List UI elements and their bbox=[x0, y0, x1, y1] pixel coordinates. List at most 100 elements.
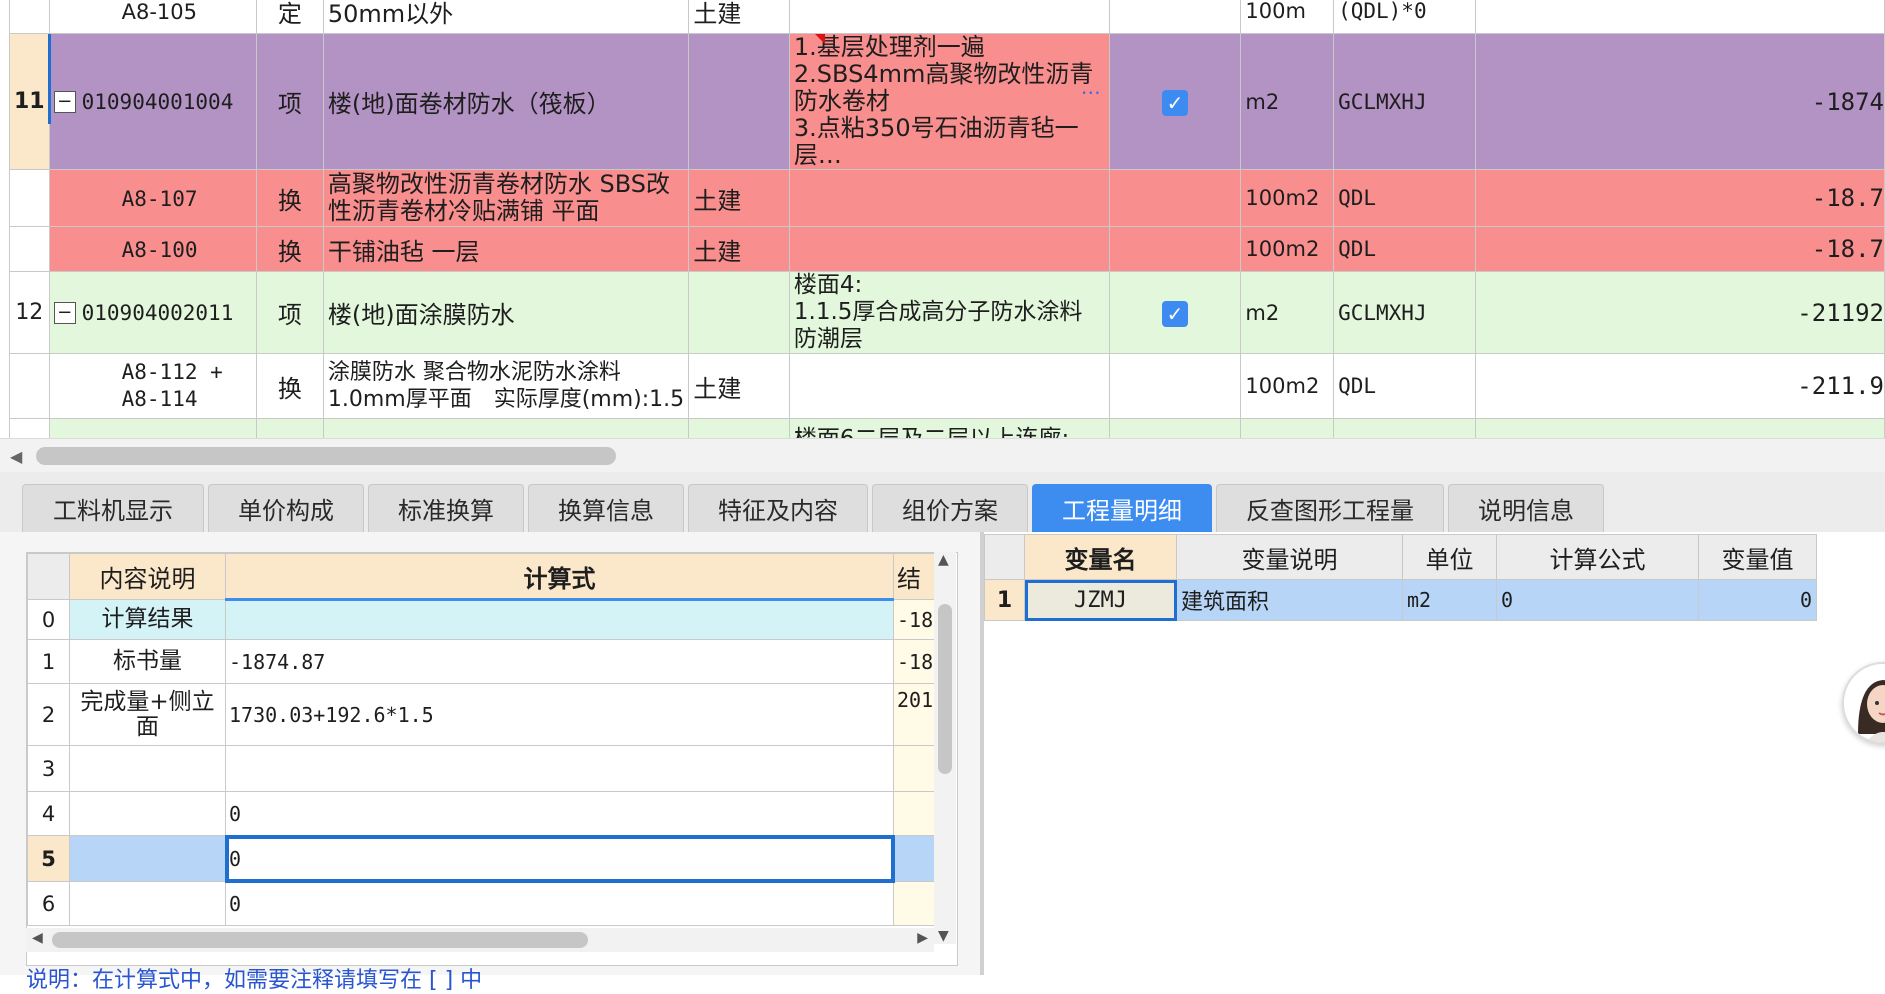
formula-cell[interactable]: -1874.87 bbox=[225, 639, 894, 684]
item-code[interactable]: −010904001004 bbox=[48, 33, 257, 170]
scroll-down-icon[interactable]: ▼ bbox=[938, 928, 949, 944]
item-features[interactable] bbox=[788, 169, 1110, 227]
table-row[interactable]: 5 0 bbox=[27, 834, 954, 883]
var-formula-cell[interactable]: 0 bbox=[1496, 579, 1699, 621]
table-row[interactable]: 3 bbox=[27, 745, 954, 792]
item-qty-expr[interactable] bbox=[1333, 418, 1476, 438]
item-qty-expr[interactable]: GCLMXHJ bbox=[1333, 33, 1476, 170]
column-header-formula[interactable]: 计算式 bbox=[225, 553, 894, 601]
table-row[interactable]: 1 JZMJ 建筑面积 m2 0 0 bbox=[984, 579, 1817, 621]
formula-cell[interactable] bbox=[225, 599, 894, 640]
desc-cell[interactable]: 标书量 bbox=[69, 639, 226, 684]
item-name[interactable] bbox=[322, 418, 690, 438]
tab-quantity-detail[interactable]: 工程量明细 bbox=[1032, 484, 1212, 532]
item-features[interactable] bbox=[788, 226, 1110, 272]
item-qty-expr[interactable]: QDL bbox=[1333, 169, 1476, 227]
item-qty-expr[interactable]: GCLMXHJ bbox=[1333, 271, 1476, 354]
tab-conversion-info[interactable]: 换算信息 bbox=[528, 484, 684, 532]
scroll-right-icon[interactable]: ▶ bbox=[917, 930, 928, 946]
table-row[interactable]: 4 0 bbox=[27, 791, 954, 836]
item-name[interactable]: 楼(地)面涂膜防水 bbox=[322, 271, 690, 354]
desc-cell[interactable] bbox=[69, 881, 226, 926]
item-qty-expr[interactable]: QDL bbox=[1333, 226, 1476, 272]
item-check[interactable] bbox=[1108, 0, 1242, 34]
item-features[interactable]: 楼面4: 1.1.5厚合成高分子防水涂料防潮层 bbox=[788, 271, 1110, 354]
item-check[interactable] bbox=[1108, 169, 1242, 227]
item-check[interactable]: ✓ bbox=[1108, 33, 1242, 170]
item-features[interactable]: 1.基层处理剂一遍 2.SBS4mm高聚物改性沥青防水卷材 3.点粘350号石油… bbox=[788, 33, 1110, 170]
table-row[interactable]: 0 计算结果 -18 bbox=[27, 599, 954, 640]
table-row[interactable]: A8-107 换 高聚物改性沥青卷材防水 SBS改性沥青卷材冷贴满铺 平面 土建… bbox=[9, 169, 1885, 227]
table-row[interactable]: A8-105 定 50mm以外 土建 100m (QDL)*0 bbox=[9, 0, 1885, 34]
collapse-icon[interactable]: − bbox=[53, 301, 76, 324]
tab-unit-price[interactable]: 单价构成 bbox=[208, 484, 364, 532]
table-row[interactable]: 6 0 bbox=[27, 881, 954, 926]
top-grid-horizontal-scrollbar[interactable]: ◀ bbox=[0, 438, 1885, 473]
tab-standard-conversion[interactable]: 标准换算 bbox=[368, 484, 524, 532]
column-header-unit[interactable]: 单位 bbox=[1402, 534, 1497, 580]
item-check[interactable] bbox=[1108, 353, 1242, 419]
tab-reverse-lookup[interactable]: 反查图形工程量 bbox=[1216, 484, 1444, 532]
table-row[interactable]: 2 完成量+侧立面 1730.03+192.6*1.5 201 bbox=[27, 683, 954, 746]
table-row[interactable]: 11 −010904001004 项 楼(地)面卷材防水（筏板） 1.基层处理剂… bbox=[9, 33, 1885, 170]
table-row[interactable]: 楼面6二层及二层以上连廊: bbox=[9, 418, 1885, 438]
scrollbar-thumb[interactable] bbox=[52, 932, 588, 948]
item-qty-expr[interactable]: (QDL)*0 bbox=[1333, 0, 1476, 34]
column-header-var-name[interactable]: 变量名 bbox=[1024, 534, 1177, 580]
tab-features[interactable]: 特征及内容 bbox=[688, 484, 868, 532]
calc-horizontal-scrollbar[interactable]: ◀ ▶ bbox=[26, 928, 934, 952]
column-header-formula[interactable]: 计算公式 bbox=[1496, 534, 1699, 580]
scrollbar-thumb[interactable] bbox=[938, 604, 952, 774]
item-code[interactable]: A8-107 bbox=[48, 169, 257, 227]
var-desc-cell[interactable]: 建筑面积 bbox=[1176, 579, 1403, 621]
item-check[interactable] bbox=[1108, 226, 1242, 272]
item-code[interactable]: A8-105 bbox=[48, 0, 257, 34]
desc-cell[interactable] bbox=[69, 791, 226, 836]
desc-cell[interactable] bbox=[69, 745, 226, 792]
item-code[interactable]: −010904002011 bbox=[48, 271, 257, 354]
item-name[interactable]: 50mm以外 bbox=[322, 0, 690, 34]
item-qty-expr[interactable]: QDL bbox=[1333, 353, 1476, 419]
tab-labor-material-machine[interactable]: 工料机显示 bbox=[22, 484, 204, 532]
table-row[interactable]: 12 −010904002011 项 楼(地)面涂膜防水 楼面4: 1.1.5厚… bbox=[9, 271, 1885, 354]
tab-pricing-plan[interactable]: 组价方案 bbox=[872, 484, 1028, 532]
checkmark-icon[interactable]: ✓ bbox=[1162, 300, 1189, 327]
formula-cell[interactable]: 0 bbox=[225, 881, 894, 926]
item-check[interactable] bbox=[1108, 418, 1242, 438]
scroll-left-icon[interactable]: ◀ bbox=[32, 930, 43, 946]
scrollbar-thumb[interactable] bbox=[36, 447, 616, 465]
ellipsis-icon[interactable]: … bbox=[1081, 74, 1101, 101]
desc-cell[interactable]: 完成量+侧立面 bbox=[69, 683, 226, 746]
table-row[interactable]: A8-112 + A8-114 换 涂膜防水 聚合物水泥防水涂料 1.0mm厚平… bbox=[9, 353, 1885, 419]
table-row[interactable]: 1 标书量 -1874.87 -18 bbox=[27, 639, 954, 684]
item-check[interactable]: ✓ bbox=[1108, 271, 1242, 354]
desc-cell[interactable]: 计算结果 bbox=[69, 599, 226, 640]
checkmark-icon[interactable]: ✓ bbox=[1162, 89, 1189, 116]
table-row[interactable]: A8-100 换 干铺油毡 一层 土建 100m2 QDL -18.7 bbox=[9, 226, 1885, 272]
collapse-icon[interactable]: − bbox=[53, 90, 76, 113]
item-name[interactable]: 楼(地)面卷材防水（筏板） bbox=[322, 33, 690, 170]
formula-cell[interactable]: 0 bbox=[225, 791, 894, 836]
item-features[interactable] bbox=[788, 353, 1110, 419]
column-header-desc[interactable]: 内容说明 bbox=[69, 553, 226, 600]
item-name[interactable]: 高聚物改性沥青卷材防水 SBS改性沥青卷材冷贴满铺 平面 bbox=[322, 169, 690, 227]
item-code[interactable] bbox=[48, 418, 257, 438]
item-features[interactable] bbox=[788, 0, 1110, 34]
item-features[interactable]: 楼面6二层及二层以上连廊: bbox=[788, 418, 1110, 438]
var-unit-cell[interactable]: m2 bbox=[1402, 579, 1497, 621]
formula-cell[interactable] bbox=[225, 745, 894, 792]
item-name[interactable]: 涂膜防水 聚合物水泥防水涂料 1.0mm厚平面 实际厚度(mm):1.5 bbox=[322, 353, 690, 419]
column-header-value[interactable]: 变量值 bbox=[1698, 534, 1817, 580]
calc-vertical-scrollbar[interactable]: ▲ ▼ bbox=[934, 552, 956, 944]
item-code[interactable]: A8-112 + A8-114 bbox=[48, 353, 257, 419]
item-name[interactable]: 干铺油毡 一层 bbox=[322, 226, 690, 272]
formula-cell[interactable]: 1730.03+192.6*1.5 bbox=[225, 683, 894, 746]
desc-cell[interactable] bbox=[69, 835, 226, 882]
scroll-up-icon[interactable]: ▲ bbox=[938, 552, 949, 568]
tab-description[interactable]: 说明信息 bbox=[1448, 484, 1604, 532]
formula-input[interactable]: 0 bbox=[224, 834, 895, 883]
column-header-var-desc[interactable]: 变量说明 bbox=[1176, 534, 1403, 580]
scroll-left-icon[interactable]: ◀ bbox=[10, 447, 22, 466]
var-name-cell[interactable]: JZMJ bbox=[1024, 579, 1177, 621]
item-code[interactable]: A8-100 bbox=[48, 226, 257, 272]
